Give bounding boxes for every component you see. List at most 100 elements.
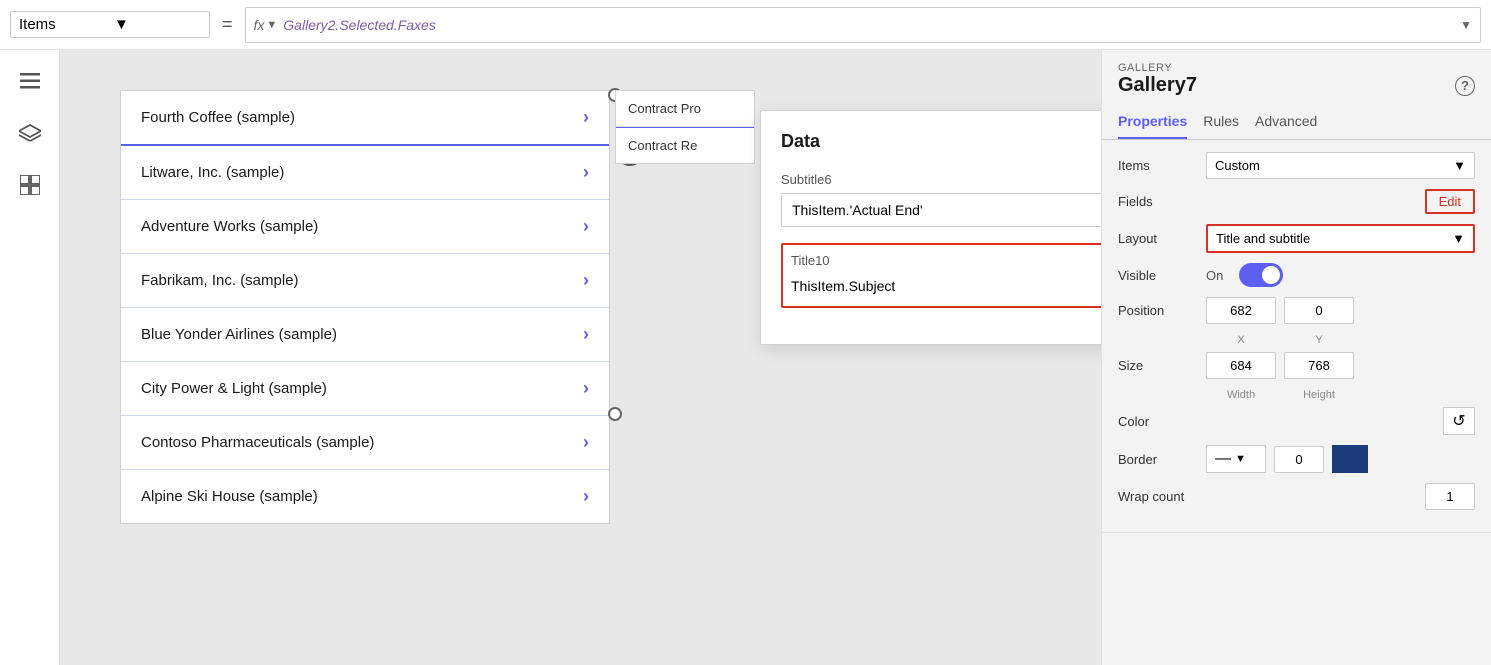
title-select[interactable]: ThisItem.Subject ▼ (791, 274, 1101, 298)
gallery-item-text-1: Litware, Inc. (sample) (141, 164, 583, 181)
visible-toggle[interactable] (1239, 263, 1283, 287)
left-sidebar (0, 50, 60, 665)
layers-icon[interactable] (14, 117, 46, 149)
items-control[interactable]: Custom ▼ (1206, 152, 1475, 179)
gallery-item-6[interactable]: Contoso Pharmaceuticals (sample) › (121, 416, 609, 470)
size-prop-label: Size (1118, 358, 1198, 373)
data-panel-header: Data × (781, 131, 1101, 152)
gallery-chevron-6: › (583, 432, 589, 453)
formula-bar[interactable]: fx ▼ Gallery2.Selected.Faxes ▼ (245, 7, 1481, 43)
border-row: Border — ▼ (1118, 445, 1475, 473)
size-row: Size (1118, 352, 1475, 379)
fx-label: fx ▼ (254, 17, 278, 33)
subtitle-value: ThisItem.'Actual End' (792, 202, 923, 218)
fx-text: fx (254, 17, 265, 33)
tab-rules[interactable]: Rules (1203, 105, 1239, 139)
border-line-select[interactable]: — ▼ (1206, 445, 1266, 473)
height-input[interactable] (1284, 352, 1354, 379)
gallery-chevron-0: › (583, 107, 589, 128)
gallery-item-1[interactable]: Litware, Inc. (sample) › (121, 146, 609, 200)
hamburger-icon[interactable] (14, 65, 46, 97)
help-icon[interactable]: ? (1455, 76, 1475, 96)
title-field-label: Title10 (791, 253, 1101, 268)
wrap-value-input[interactable] (1425, 483, 1475, 510)
subtitle-select[interactable]: ThisItem.'Actual End' ▼ (781, 193, 1101, 227)
gallery-item-4[interactable]: Blue Yonder Airlines (sample) › (121, 308, 609, 362)
width-input[interactable] (1206, 352, 1276, 379)
gallery-item-5[interactable]: City Power & Light (sample) › (121, 362, 609, 416)
gallery-item-text-5: City Power & Light (sample) (141, 380, 583, 397)
data-panel: Data × Subtitle6 ThisItem.'Actual End' ▼… (760, 110, 1101, 345)
fx-chevron-icon: ▼ (266, 19, 277, 31)
position-prop-label: Position (1118, 303, 1198, 318)
gallery-item-text-0: Fourth Coffee (sample) (141, 109, 583, 126)
gallery-item-7[interactable]: Alpine Ski House (sample) › (121, 470, 609, 523)
layout-row: Layout Title and subtitle ▼ (1118, 224, 1475, 253)
gallery-chevron-1: › (583, 162, 589, 183)
visible-prop-label: Visible (1118, 268, 1198, 283)
items-dropdown[interactable]: Items ▼ (10, 11, 210, 38)
gallery-item-3[interactable]: Fabrikam, Inc. (sample) › (121, 254, 609, 308)
items-label: Items (19, 16, 106, 33)
resize-handle-mid[interactable] (608, 407, 622, 421)
visible-row: Visible On (1118, 263, 1475, 287)
formula-text: Gallery2.Selected.Faxes (283, 17, 436, 33)
contract-panel-header: Contract Pro (616, 91, 754, 127)
layout-chevron-icon: ▼ (1452, 231, 1465, 246)
contract-panel: Contract Pro Contract Re (615, 90, 755, 164)
tabs-row: Properties Rules Advanced (1102, 105, 1491, 140)
main-layout: Fourth Coffee (sample) › Litware, Inc. (… (0, 50, 1491, 665)
gallery-item-0[interactable]: Fourth Coffee (sample) › (121, 91, 609, 146)
color-prop-label: Color (1118, 414, 1198, 429)
layout-control[interactable]: Title and subtitle ▼ (1206, 224, 1475, 253)
top-bar: Items ▼ = fx ▼ Gallery2.Selected.Faxes ▼ (0, 0, 1491, 50)
color-swatch[interactable]: ↺ (1443, 407, 1475, 435)
wrap-row: Wrap count (1118, 483, 1475, 510)
wh-labels: Width Height (1206, 389, 1475, 401)
border-color-swatch[interactable] (1332, 445, 1368, 473)
width-label: Width (1206, 389, 1276, 401)
border-prop-label: Border (1118, 452, 1198, 467)
layout-value: Title and subtitle (1216, 231, 1310, 246)
gallery-chevron-3: › (583, 270, 589, 291)
tab-advanced[interactable]: Advanced (1255, 105, 1317, 139)
gallery-chevron-7: › (583, 486, 589, 507)
gallery-item-2[interactable]: Adventure Works (sample) › (121, 200, 609, 254)
gallery-chevron-4: › (583, 324, 589, 345)
gallery-item-text-2: Adventure Works (sample) (141, 218, 583, 235)
border-value-input[interactable] (1274, 446, 1324, 473)
title-field-group: Title10 ThisItem.Subject ▼ (781, 243, 1101, 308)
border-line-chevron: ▼ (1235, 453, 1246, 465)
gallery-chevron-5: › (583, 378, 589, 399)
dashboard-icon[interactable] (14, 169, 46, 201)
height-label: Height (1284, 389, 1354, 401)
items-value: Custom (1215, 158, 1260, 173)
tab-properties[interactable]: Properties (1118, 105, 1187, 139)
fields-prop-label: Fields (1118, 194, 1198, 209)
color-icon: ↺ (1452, 411, 1465, 431)
border-line-icon: — (1215, 450, 1231, 468)
equals-sign: = (218, 14, 237, 35)
position-y-input[interactable] (1284, 297, 1354, 324)
fields-edit-button[interactable]: Edit (1425, 189, 1475, 214)
contract-panel-content: Contract Re (616, 128, 754, 163)
items-section: Items Custom ▼ Fields Edit Layout Title … (1102, 140, 1491, 533)
gallery-item-text-6: Contoso Pharmaceuticals (sample) (141, 434, 583, 451)
subtitle-label: Subtitle6 (781, 172, 1101, 187)
y-label: Y (1284, 334, 1354, 346)
gallery-container: Fourth Coffee (sample) › Litware, Inc. (… (120, 90, 610, 524)
position-x-input[interactable] (1206, 297, 1276, 324)
formula-dropdown-icon[interactable]: ▼ (1460, 18, 1472, 32)
items-chevron-icon: ▼ (1453, 158, 1466, 173)
subtitle-field-group: Subtitle6 ThisItem.'Actual End' ▼ (781, 172, 1101, 227)
visible-on-label: On (1206, 268, 1223, 283)
layout-prop-label: Layout (1118, 231, 1198, 246)
gallery-name-text: Gallery7 (1118, 74, 1197, 97)
xy-labels: X Y (1206, 334, 1475, 346)
items-row: Items Custom ▼ (1118, 152, 1475, 179)
items-chevron-icon: ▼ (114, 16, 201, 33)
wrap-prop-label: Wrap count (1118, 489, 1198, 504)
gallery-name: Gallery7 ? (1102, 74, 1491, 105)
properties-panel: GALLERY Gallery7 ? Properties Rules Adva… (1101, 50, 1491, 665)
canvas-area: Fourth Coffee (sample) › Litware, Inc. (… (60, 50, 1101, 665)
